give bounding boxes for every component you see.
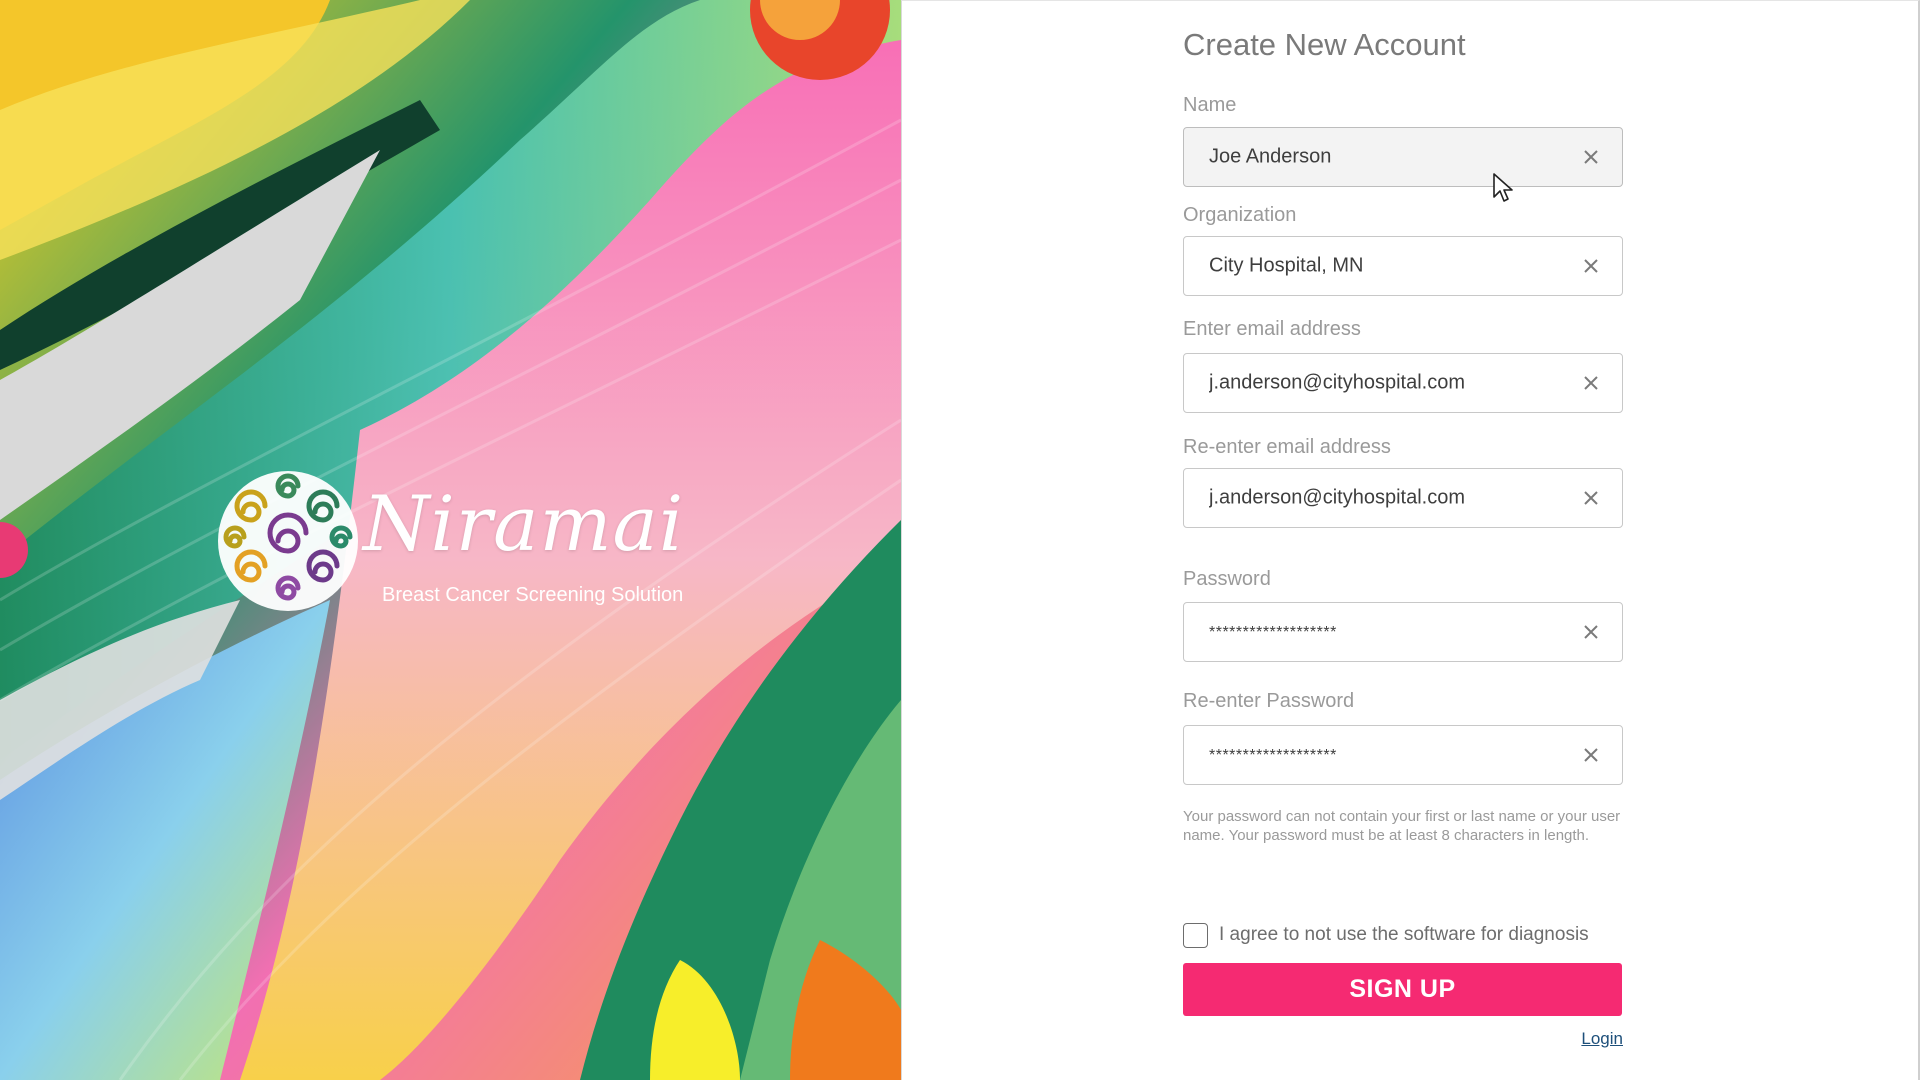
brand-lockup: Niramai Breast Cancer Screening Solution [215,468,715,618]
name-field[interactable] [1183,127,1623,187]
close-icon[interactable] [1582,374,1600,392]
brand-tagline: Breast Cancer Screening Solution [382,584,684,606]
agree-label: I agree to not use the software for diag… [1219,924,1589,945]
confirm-email-field[interactable] [1183,468,1623,528]
login-link[interactable]: Login [1581,1029,1623,1049]
email-label: Enter email address [1183,318,1361,340]
signup-button[interactable]: SIGN UP [1183,963,1622,1016]
close-icon[interactable] [1582,489,1600,507]
password-field[interactable] [1183,602,1623,662]
organization-field[interactable] [1183,236,1623,296]
name-input[interactable] [1209,145,1549,169]
password-input[interactable] [1209,624,1549,643]
page-title: Create New Account [1183,27,1466,62]
organization-label: Organization [1183,204,1297,226]
confirm-email-label: Re-enter email address [1183,436,1391,458]
agree-checkbox[interactable] [1183,923,1208,948]
confirm-password-input[interactable] [1209,747,1549,766]
agree-row: I agree to not use the software for diag… [1183,923,1623,949]
close-icon[interactable] [1582,148,1600,166]
name-label: Name [1183,94,1237,116]
brand-art-panel: Niramai Breast Cancer Screening Solution [0,0,901,1080]
signup-panel: Create New Account Name Organization Ent… [901,0,1920,1080]
close-icon[interactable] [1582,746,1600,764]
confirm-password-label: Re-enter Password [1183,690,1355,712]
close-icon[interactable] [1582,257,1600,275]
confirm-password-field[interactable] [1183,725,1623,785]
close-icon[interactable] [1582,623,1600,641]
email-field[interactable] [1183,353,1623,413]
confirm-email-input[interactable] [1209,486,1549,510]
mouse-cursor-icon [1493,173,1513,202]
swirl-emblem-icon [218,471,358,611]
password-label: Password [1183,568,1271,590]
brand-name: Niramai [363,479,685,568]
organization-input[interactable] [1209,254,1549,278]
password-hint: Your password can not contain your first… [1183,808,1621,844]
email-input[interactable] [1209,371,1549,395]
